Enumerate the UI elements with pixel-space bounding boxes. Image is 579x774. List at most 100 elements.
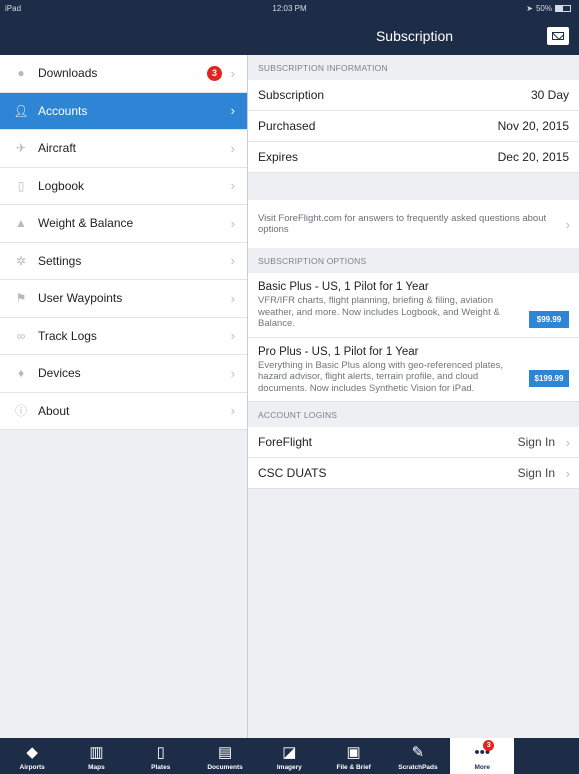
sidebar-item-logbook[interactable]: ▯ Logbook › (0, 168, 247, 205)
mail-button[interactable] (547, 27, 569, 45)
purchased-row: Purchased Nov 20, 2015 (248, 111, 579, 142)
tab-label: Documents (207, 764, 243, 771)
sidebar-item-devices[interactable]: ♦ Devices › (0, 355, 247, 393)
chevron-right-icon: › (230, 65, 235, 81)
faq-text: Visit ForeFlight.com for answers to freq… (258, 213, 547, 235)
sidebar-item-aircraft[interactable]: ✈︎ Aircraft › (0, 130, 247, 168)
map-icon: ▥ (89, 744, 104, 761)
top-bar: iPad 12:03 PM ➤ 50% Subscription (0, 0, 579, 55)
sidebar-item-track-logs[interactable]: ∞ Track Logs › (0, 318, 247, 355)
chevron-right-icon: › (230, 365, 235, 381)
sidebar-item-label: Weight & Balance (38, 216, 134, 231)
section-header: SUBSCRIPTION INFORMATION (258, 62, 388, 73)
sidebar-item-label: Track Logs (38, 328, 97, 343)
clock: 12:03 PM (272, 4, 307, 13)
plan-description: Everything in Basic Plus along with geo-… (258, 359, 504, 394)
tab-bar: ◆ Airports ▥ Maps ▯ Plates ▤ Documents ◪… (0, 738, 579, 774)
status-bar: iPad 12:03 PM ➤ 50% (0, 3, 579, 17)
flag-icon: ⚑ (15, 291, 27, 306)
tab-label: File & Brief (336, 764, 371, 771)
chevron-right-icon: › (230, 328, 235, 344)
sidebar-item-settings[interactable]: ✲ Settings › (0, 243, 247, 280)
chevron-right-icon: › (230, 290, 235, 306)
tab-label: Plates (151, 764, 171, 771)
chevron-right-icon: › (230, 178, 235, 194)
main-panel: SUBSCRIPTION INFORMATION Subscription 30… (248, 55, 579, 738)
tab-label: Maps (88, 764, 105, 771)
row-value: Nov 20, 2015 (497, 119, 569, 133)
row-label: Purchased (258, 119, 316, 133)
chevron-right-icon: › (565, 434, 570, 450)
faq-link[interactable]: Visit ForeFlight.com for answers to freq… (248, 200, 579, 248)
sidebar-item-label: Accounts (38, 103, 88, 118)
sidebar-item-label: Logbook (38, 178, 85, 193)
plan-title: Pro Plus - US, 1 Pilot for 1 Year (258, 345, 419, 358)
tab-airports[interactable]: ◆ Airports (0, 738, 64, 774)
sign-in-link[interactable]: Sign In (518, 466, 555, 480)
book-icon: ▯ (17, 178, 25, 193)
info-icon: ⓘ (14, 404, 27, 419)
chevron-right-icon: › (230, 253, 235, 269)
sidebar-item-downloads[interactable]: ● Downloads 3 › (0, 55, 247, 93)
section-header: ACCOUNT LOGINS (258, 409, 338, 420)
section-header: SUBSCRIPTION OPTIONS (258, 255, 367, 266)
sidebar-item-label: About (38, 403, 70, 418)
tab-documents[interactable]: ▤ Documents (193, 738, 257, 774)
tab-imagery[interactable]: ◪ Imagery (257, 738, 321, 774)
airplane-icon: ✈︎ (15, 141, 27, 156)
chevron-right-icon: › (230, 215, 235, 231)
plan-basic-plus[interactable]: Basic Plus - US, 1 Pilot for 1 Year VFR/… (248, 273, 579, 338)
sidebar-item-label: Devices (38, 366, 81, 381)
tab-maps[interactable]: ▥ Maps (64, 738, 128, 774)
battery-percent: 50% (535, 4, 552, 13)
chevron-right-icon: › (565, 465, 570, 481)
chevron-right-icon: › (230, 140, 235, 156)
login-row-csc-duats[interactable]: CSC DUATS Sign In › (248, 458, 579, 489)
sidebar-item-user-waypoints[interactable]: ⚑ User Waypoints › (0, 280, 247, 318)
sidebar-item-label: User Waypoints (38, 291, 123, 306)
file-brief-icon: ▣ (346, 744, 361, 761)
plan-pro-plus[interactable]: Pro Plus - US, 1 Pilot for 1 Year Everyt… (248, 337, 579, 402)
location-icon: ➤ (526, 4, 533, 13)
imagery-icon: ◪ (282, 744, 297, 761)
plates-icon: ▯ (156, 744, 165, 761)
tab-scratchpads[interactable]: ✎ ScratchPads (386, 738, 450, 774)
sidebar: ● Downloads 3 › 👤︎ Accounts › ✈︎ Aircraf… (0, 55, 248, 738)
downloads-badge: 3 (207, 65, 222, 81)
tab-file-brief[interactable]: ▣ File & Brief (321, 738, 385, 774)
subscription-row: Subscription 30 Day (248, 80, 579, 111)
documents-icon: ▤ (217, 744, 233, 761)
price-button[interactable]: $99.99 (529, 311, 569, 328)
tab-more[interactable]: ••• 3 More (450, 738, 515, 774)
battery-icon (555, 5, 571, 12)
sign-in-link[interactable]: Sign In (518, 435, 555, 449)
tab-label: Imagery (276, 764, 302, 771)
sidebar-item-about[interactable]: ⓘ About › (0, 393, 247, 430)
expires-row: Expires Dec 20, 2015 (248, 142, 579, 173)
login-row-foreflight[interactable]: ForeFlight Sign In › (248, 427, 579, 458)
row-label: ForeFlight (258, 435, 313, 449)
tab-label: ScratchPads (398, 764, 438, 771)
tab-label: Airports (19, 764, 45, 771)
plug-icon: ♦ (17, 366, 25, 381)
sidebar-item-weight-balance[interactable]: ▲ Weight & Balance › (0, 205, 247, 243)
gear-icon: ✲ (15, 253, 27, 268)
chevron-right-icon: › (230, 403, 235, 419)
page-title: Subscription (375, 28, 454, 44)
row-value: 30 Day (530, 88, 569, 102)
row-label: CSC DUATS (258, 466, 327, 480)
chevron-right-icon: › (565, 216, 570, 232)
scale-icon: ▲ (15, 216, 27, 231)
sidebar-item-label: Settings (38, 253, 82, 268)
sidebar-item-label: Aircraft (38, 141, 77, 156)
row-label: Expires (258, 150, 299, 164)
tab-label: More (474, 764, 490, 771)
airport-icon: ◆ (26, 744, 38, 761)
sidebar-item-accounts[interactable]: 👤︎ Accounts › (0, 92, 247, 130)
sidebar-item-label: Downloads (38, 66, 98, 81)
more-badge: 3 (483, 740, 495, 751)
tab-plates[interactable]: ▯ Plates (129, 738, 193, 774)
track-icon: ∞ (16, 328, 26, 343)
price-button[interactable]: $199.99 (529, 369, 569, 387)
